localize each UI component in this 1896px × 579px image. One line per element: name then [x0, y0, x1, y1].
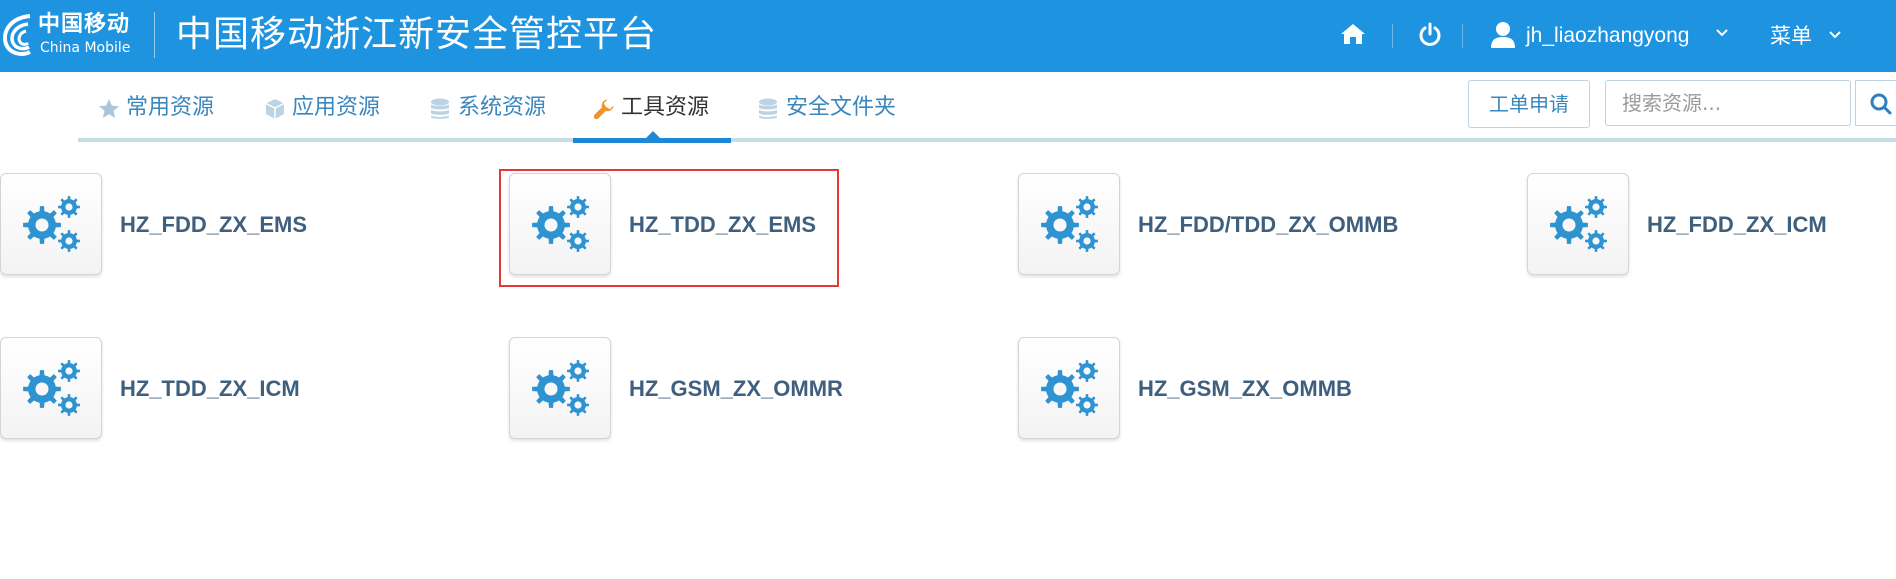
menu-label: 菜单: [1770, 24, 1812, 48]
logo-en-text: China Mobile: [40, 40, 131, 56]
gears-icon: [532, 196, 589, 252]
search-icon: [1870, 93, 1892, 115]
power-icon[interactable]: [1418, 22, 1442, 48]
search-input[interactable]: [1605, 80, 1851, 126]
resource-name: HZ_FDD_ZX_EMS: [120, 212, 308, 237]
resource-card[interactable]: HZ_GSM_ZX_OMMR: [509, 337, 929, 441]
database-icon: [759, 98, 777, 119]
chevron-down-icon: [1829, 31, 1841, 39]
resource-card[interactable]: HZ_FDD_ZX_EMS: [0, 173, 420, 277]
top-header: 中国移动 China Mobile 中国移动浙江新安全管控平台 jh_liaoz…: [0, 0, 1896, 72]
resource-card[interactable]: HZ_FDD_ZX_ICM: [1527, 173, 1896, 277]
gears-icon: [1041, 360, 1098, 416]
resource-card[interactable]: HZ_TDD_ZX_EMS: [509, 173, 929, 277]
database-icon: [431, 98, 449, 119]
resource-tile: [1018, 337, 1120, 439]
nav-underline: [78, 138, 1896, 142]
gears-icon: [1550, 196, 1607, 252]
resource-tile: [1018, 173, 1120, 275]
username: jh_liaozhangyong: [1526, 24, 1690, 47]
china-mobile-logo: 中国移动 China Mobile: [0, 8, 140, 64]
chevron-down-icon: [1716, 29, 1728, 37]
resource-card[interactable]: HZ_TDD_ZX_ICM: [0, 337, 420, 441]
app-title: 中国移动浙江新安全管控平台: [176, 14, 658, 55]
resource-card[interactable]: HZ_GSM_ZX_OMMB: [1018, 337, 1438, 441]
resource-name: HZ_GSM_ZX_OMMR: [629, 376, 843, 401]
header-separator: [1392, 24, 1393, 48]
resource-name: HZ_TDD_ZX_ICM: [120, 376, 300, 401]
tab-label: 应用资源: [292, 95, 381, 120]
gears-icon: [532, 360, 589, 416]
resource-name: HZ_FDD/TDD_ZX_OMMB: [1138, 212, 1399, 237]
gears-icon: [23, 196, 80, 252]
resource-tile: [509, 173, 611, 275]
tab-label: 安全文件夹: [786, 95, 897, 120]
resource-tile: [509, 337, 611, 439]
resource-name: HZ_FDD_ZX_ICM: [1647, 212, 1827, 237]
wrench-icon: [593, 99, 614, 120]
header-divider: [154, 12, 155, 58]
tab-label: 常用资源: [126, 95, 215, 120]
user-icon: [1491, 22, 1515, 48]
resource-name: HZ_TDD_ZX_EMS: [629, 212, 817, 237]
header-separator: [1462, 24, 1463, 48]
search-button[interactable]: [1855, 80, 1896, 126]
ticket-request-button[interactable]: 工单申请: [1468, 80, 1590, 128]
logo-cn-text: 中国移动: [38, 12, 131, 37]
resource-tile: [1527, 173, 1629, 275]
resource-card[interactable]: HZ_FDD/TDD_ZX_OMMB: [1018, 173, 1438, 277]
star-icon: [99, 99, 119, 118]
home-icon[interactable]: [1340, 22, 1366, 46]
gears-icon: [1041, 196, 1098, 252]
tab-label: 工具资源: [621, 95, 710, 120]
active-tab-notch: [645, 131, 661, 139]
resource-tile: [0, 173, 102, 275]
tab-label: 系统资源: [458, 95, 547, 120]
gears-icon: [23, 360, 80, 416]
cube-icon: [265, 99, 285, 119]
resource-tile: [0, 337, 102, 439]
china-mobile-swirl-icon: [3, 14, 31, 56]
resource-name: HZ_GSM_ZX_OMMB: [1138, 376, 1352, 401]
